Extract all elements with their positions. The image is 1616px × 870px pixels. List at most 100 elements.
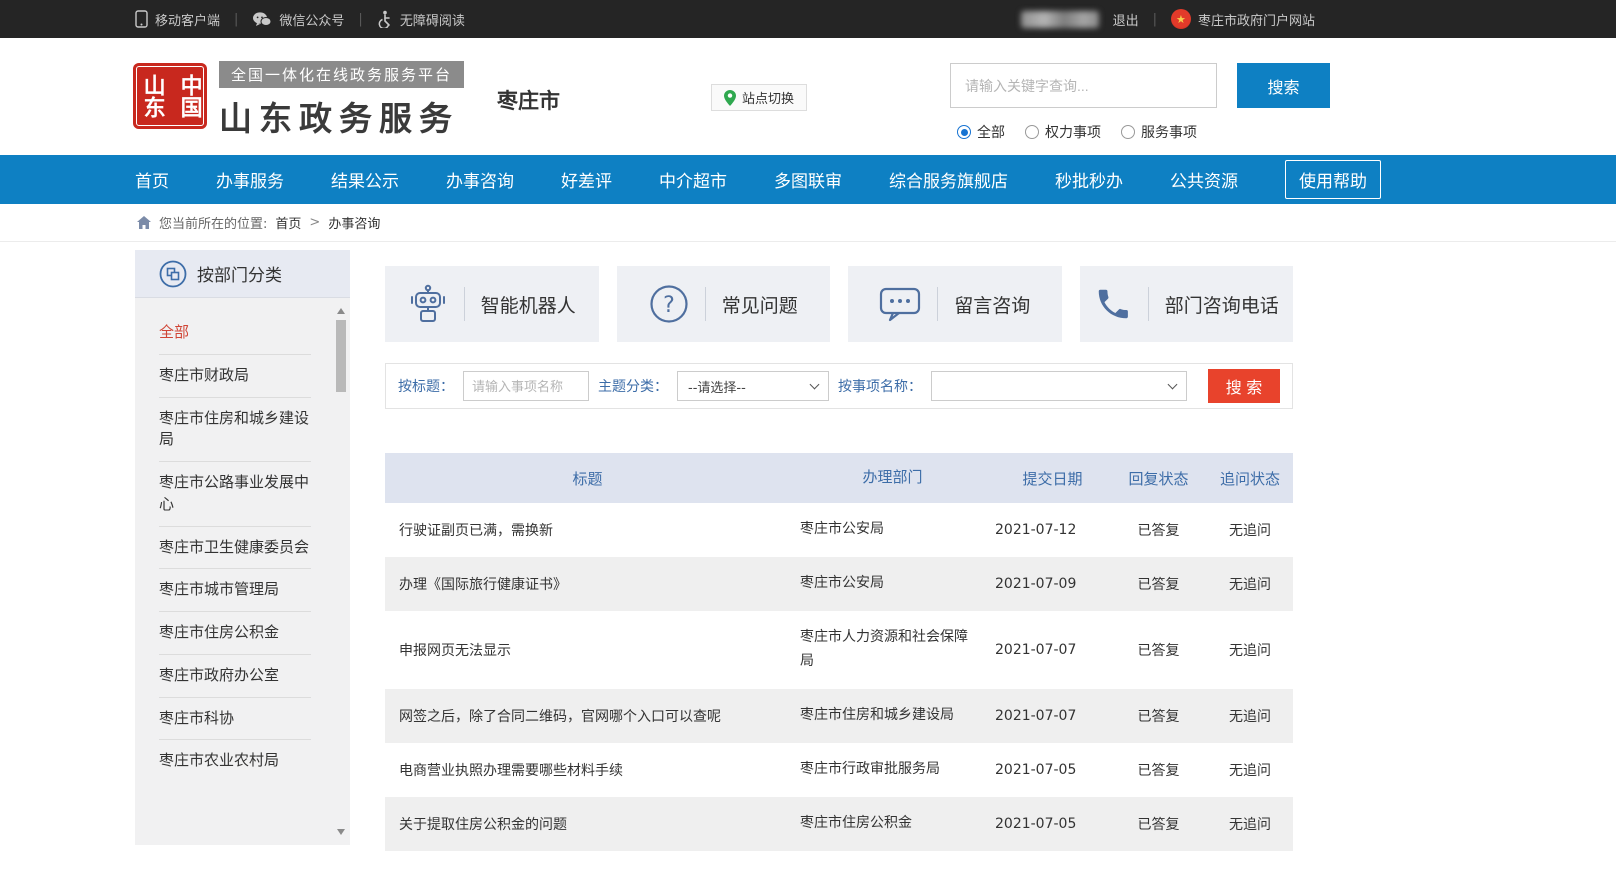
shandong-seal-logo: 山东 中国 [133, 63, 207, 129]
sidebar-title: 按部门分类 [197, 261, 282, 286]
sidebar-item-government-office[interactable]: 枣庄市政府办公室 [159, 655, 311, 698]
radio-selected-icon [957, 125, 971, 139]
sidebar-item-all[interactable]: 全部 [159, 312, 311, 355]
keyword-search-input[interactable] [950, 63, 1217, 108]
seal-right-text: 中国 [176, 74, 200, 118]
table-row[interactable]: 办理《国际旅行健康证书》 枣庄市公安局 2021-07-09 已答复 无追问 [385, 557, 1293, 611]
portal-link-label: 枣庄市政府门户网站 [1198, 10, 1315, 29]
scroll-down-icon[interactable] [337, 829, 345, 835]
scope-radio-all[interactable]: 全部 [957, 122, 1005, 142]
nav-item-consultation[interactable]: 办事咨询 [446, 167, 514, 192]
sidebar-item-city-management-bureau[interactable]: 枣庄市城市管理局 [159, 569, 311, 612]
row-reply-status: 已答复 [1110, 814, 1207, 834]
item-name-select[interactable] [931, 371, 1187, 401]
table-row[interactable]: 网签之后，除了合同二维码，官网哪个入口可以查呢 枣庄市住房和城乡建设局 2021… [385, 689, 1293, 743]
card-divider [1148, 287, 1149, 321]
nav-item-public-resources[interactable]: 公共资源 [1170, 167, 1238, 192]
card-smart-robot[interactable]: 智能机器人 [385, 266, 599, 342]
quick-link-cards: 智能机器人 ? 常见问题 留言咨询 部门咨询电话 [385, 266, 1293, 342]
table-row[interactable]: 电商营业执照办理需要哪些材料手续 枣庄市行政审批服务局 2021-07-05 已… [385, 743, 1293, 797]
col-header-followup-status: 追问状态 [1207, 468, 1293, 489]
sidebar-item-health-commission[interactable]: 枣庄市卫生健康委员会 [159, 527, 311, 570]
col-header-department: 办理部门 [790, 465, 995, 491]
col-header-date: 提交日期 [995, 468, 1110, 489]
logout-link[interactable]: 退出 [1113, 10, 1139, 29]
chevron-down-icon [810, 380, 820, 390]
table-row[interactable]: 关于提取住房公积金的问题 枣庄市住房公积金 2021-07-05 已答复 无追问 [385, 797, 1293, 851]
department-sidebar: 按部门分类 全部 枣庄市财政局 枣庄市住房和城乡建设局 枣庄市公路事业发展中心 … [135, 250, 350, 845]
site-switch-label: 站点切换 [742, 88, 794, 107]
portal-link[interactable]: ★ 枣庄市政府门户网站 [1171, 9, 1315, 29]
accessibility-link[interactable]: 无障碍阅读 [377, 10, 465, 29]
card-faq-label: 常见问题 [722, 291, 798, 318]
row-title[interactable]: 电商营业执照办理需要哪些材料手续 [385, 750, 790, 790]
nav-item-help[interactable]: 使用帮助 [1285, 160, 1381, 199]
card-phone-consult[interactable]: 部门咨询电话 [1080, 266, 1294, 342]
keyword-search-button[interactable]: 搜索 [1237, 63, 1330, 108]
main-nav: 首页 办事服务 结果公示 办事咨询 好差评 中介超市 多图联审 综合服务旗舰店 … [0, 155, 1616, 204]
mobile-client-link[interactable]: 移动客户端 [135, 10, 220, 29]
site-title: 山东政务服务 [219, 92, 464, 140]
nav-item-multi-plan-review[interactable]: 多图联审 [774, 167, 842, 192]
nav-item-reviews[interactable]: 好差评 [561, 167, 612, 192]
wechat-link[interactable]: 微信公众号 [252, 10, 344, 29]
nav-item-flagship-store[interactable]: 综合服务旗舰店 [889, 167, 1008, 192]
sidebar-item-housing-construction-bureau[interactable]: 枣庄市住房和城乡建设局 [159, 398, 311, 463]
nav-item-results[interactable]: 结果公示 [331, 167, 399, 192]
sidebar-item-agriculture-bureau[interactable]: 枣庄市农业农村局 [159, 740, 311, 782]
table-row[interactable]: 申报网页无法显示 枣庄市人力资源和社会保障局 2021-07-07 已答复 无追… [385, 611, 1293, 689]
sidebar-scrollbar[interactable] [335, 302, 348, 841]
breadcrumb-home-link[interactable]: 首页 [275, 213, 301, 232]
scope-all-label: 全部 [977, 122, 1005, 142]
row-date: 2021-07-05 [995, 762, 1110, 778]
row-title[interactable]: 办理《国际旅行健康证书》 [385, 564, 790, 604]
platform-badge: 全国一体化在线政务服务平台 [219, 61, 464, 88]
filter-title-label: 按标题： [398, 376, 454, 396]
radio-unselected-icon [1025, 125, 1039, 139]
breadcrumb-current[interactable]: 办事咨询 [328, 213, 380, 232]
nav-item-home[interactable]: 首页 [135, 167, 169, 192]
card-message-consult[interactable]: 留言咨询 [848, 266, 1062, 342]
scope-radio-service[interactable]: 服务事项 [1121, 122, 1197, 142]
row-reply-status: 已答复 [1110, 760, 1207, 780]
nav-item-instant-approval[interactable]: 秒批秒办 [1055, 167, 1123, 192]
table-header-row: 标题 办理部门 提交日期 回复状态 追问状态 [385, 453, 1293, 503]
row-reply-status: 已答复 [1110, 520, 1207, 540]
row-reply-status: 已答复 [1110, 640, 1207, 660]
filter-search-button[interactable]: 搜 索 [1208, 369, 1280, 403]
sidebar-item-highway-center[interactable]: 枣庄市公路事业发展中心 [159, 462, 311, 527]
message-icon [879, 285, 921, 323]
row-department: 枣庄市住房公积金 [790, 802, 995, 846]
topic-select-value: --请选择-- [688, 377, 746, 396]
site-switch-button[interactable]: 站点切换 [711, 84, 807, 111]
sidebar-item-provident-fund[interactable]: 枣庄市住房公积金 [159, 612, 311, 655]
card-divider [464, 287, 465, 321]
topic-select[interactable]: --请选择-- [677, 371, 829, 401]
scope-power-label: 权力事项 [1045, 122, 1101, 142]
row-title[interactable]: 网签之后，除了合同二维码，官网哪个入口可以查呢 [385, 696, 790, 736]
row-title[interactable]: 行驶证副页已满，需换新 [385, 510, 790, 550]
chevron-down-icon [1168, 380, 1178, 390]
scroll-up-icon[interactable] [337, 308, 345, 314]
sidebar-item-finance-bureau[interactable]: 枣庄市财政局 [159, 355, 311, 398]
sidebar-item-science-association[interactable]: 枣庄市科协 [159, 698, 311, 741]
card-faq[interactable]: ? 常见问题 [617, 266, 831, 342]
row-department: 枣庄市人力资源和社会保障局 [790, 616, 995, 684]
row-department: 枣庄市住房和城乡建设局 [790, 694, 995, 738]
logo-block: 全国一体化在线政务服务平台 山东政务服务 [219, 61, 464, 140]
scope-radio-power[interactable]: 权力事项 [1025, 122, 1101, 142]
filter-title-input[interactable] [463, 371, 589, 401]
row-title[interactable]: 关于提取住房公积金的问题 [385, 804, 790, 844]
row-department: 枣庄市公安局 [790, 562, 995, 606]
question-icon: ? [649, 284, 689, 324]
table-row[interactable]: 行驶证副页已满，需换新 枣庄市公安局 2021-07-12 已答复 无追问 [385, 503, 1293, 557]
row-title[interactable]: 申报网页无法显示 [385, 630, 790, 670]
nav-item-agency-market[interactable]: 中介超市 [659, 167, 727, 192]
nav-item-services[interactable]: 办事服务 [216, 167, 284, 192]
category-icon [159, 260, 187, 288]
row-reply-status: 已答复 [1110, 706, 1207, 726]
location-pin-icon [724, 90, 736, 106]
scrollbar-thumb[interactable] [336, 320, 346, 392]
topbar-separator: | [1153, 12, 1157, 27]
home-icon [137, 216, 151, 229]
